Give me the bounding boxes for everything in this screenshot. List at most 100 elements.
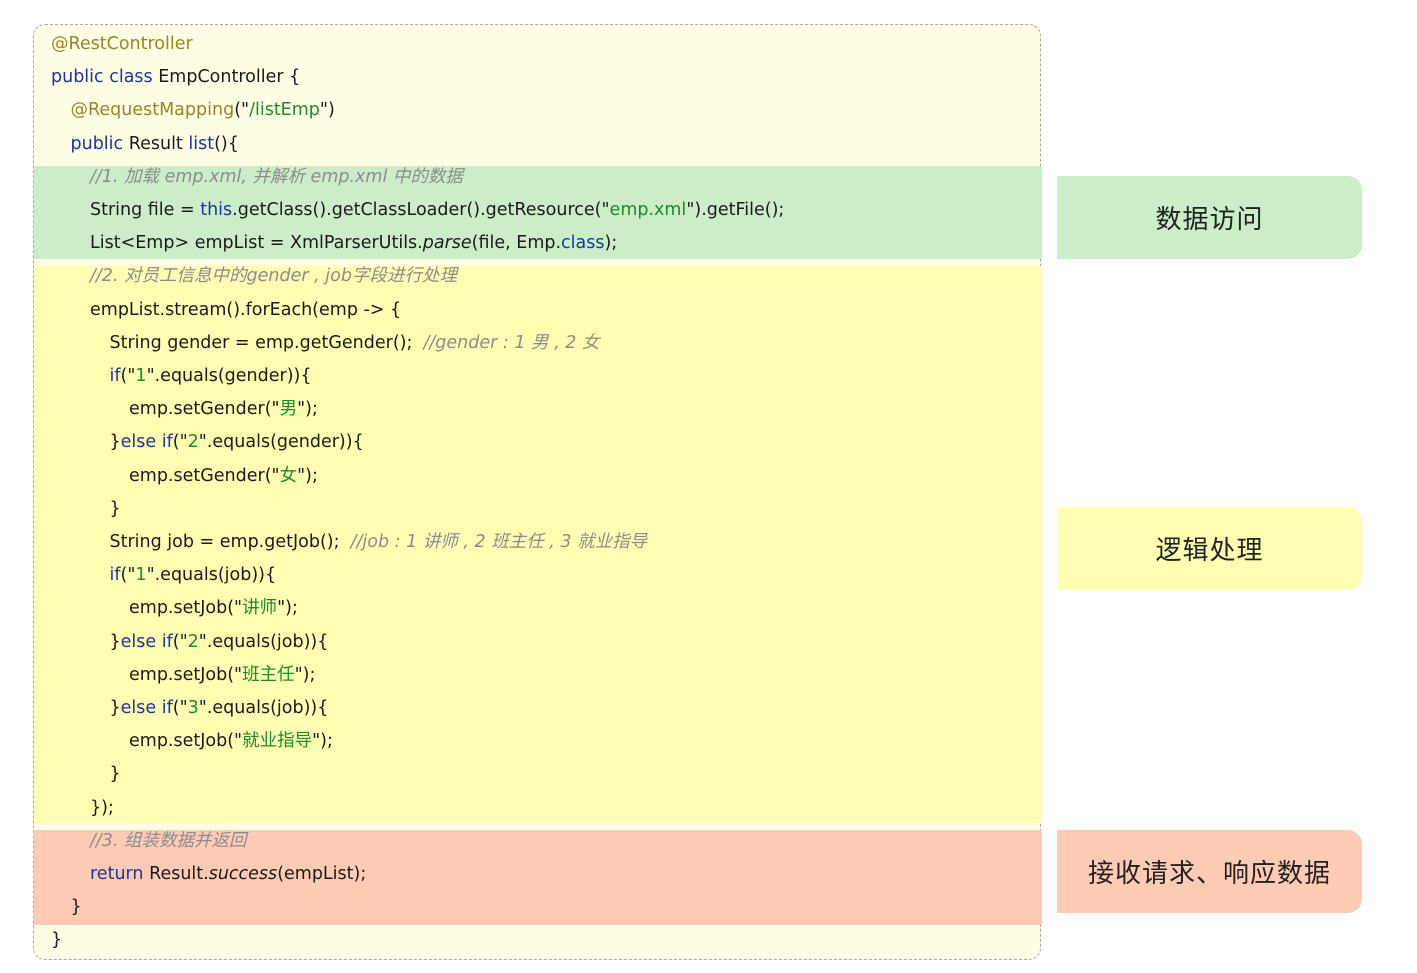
code-token: this — [200, 200, 233, 220]
code-token: else if — [120, 631, 173, 652]
code-token: .getClass().getClassLoader().getResource… — [232, 200, 610, 220]
code-token: "); — [312, 731, 333, 752]
code-line: emp.setJob("班主任"); — [129, 659, 315, 692]
logic-label: 逻辑处理 — [1057, 507, 1362, 590]
code-line: } — [110, 493, 121, 526]
code-line: } — [71, 891, 82, 924]
code-token: //3. 组装数据并返回 — [90, 830, 247, 851]
code-token: 2 — [187, 631, 199, 652]
code-line: @RequestMapping("/listEmp") — [71, 94, 335, 127]
code-line: } — [51, 924, 62, 957]
code-token: public class — [51, 67, 159, 88]
code-token: } — [109, 432, 121, 453]
code-line: //1. 加载 emp.xml, 并解析 emp.xml 中的数据 — [90, 161, 463, 194]
code-token: 男 — [279, 399, 298, 420]
code-token: emp.setJob(" — [129, 664, 243, 685]
code-token: }); — [90, 797, 114, 818]
code-line: List<Emp> empList = XmlParserUtils.parse… — [90, 227, 617, 260]
code-token: (" — [234, 100, 250, 121]
code-token: } — [70, 897, 82, 918]
code-token: ".equals(job)){ — [198, 631, 329, 652]
code-token: 就业指导 — [242, 731, 313, 752]
code-token: emp.setGender(" — [129, 399, 280, 420]
code-token: public — [70, 133, 129, 154]
code-line: String gender = emp.getGender(); //gende… — [110, 327, 600, 360]
code-line: emp.setJob("讲师"); — [129, 592, 298, 625]
code-token: emp.xml — [609, 200, 687, 220]
code-line: public class EmpController { — [51, 61, 300, 94]
code-token: //2. 对员工信息中的gender , job字段进行处理 — [90, 266, 457, 287]
code-token: //job : 1 讲师 , 2 班主任 , 3 就业指导 — [350, 532, 648, 552]
code-token: String gender = emp.getGender(); — [109, 332, 424, 353]
code-line: String file = this.getClass().getClassLo… — [90, 194, 784, 227]
code-token: } — [109, 631, 121, 652]
code-token: ".equals(job)){ — [146, 565, 277, 586]
code-token: return — [90, 864, 150, 884]
code-token: ".equals(gender)){ — [198, 432, 364, 453]
code-line: public Result list(){ — [71, 128, 239, 161]
code-token: 3 — [187, 698, 199, 718]
code-token: emp.setJob(" — [129, 731, 243, 752]
code-line: }); — [90, 792, 114, 825]
code-token: (" — [120, 565, 136, 586]
code-token: (" — [172, 432, 188, 453]
response-label: 接收请求、响应数据 — [1057, 830, 1362, 913]
code-token: EmpController { — [158, 67, 301, 88]
code-line: } — [110, 758, 121, 791]
code-token: List<Emp> empList = XmlParserUtils. — [90, 233, 423, 254]
code-token: "); — [297, 399, 318, 420]
code-token: Result — [128, 133, 189, 154]
code-line: //2. 对员工信息中的gender , job字段进行处理 — [90, 260, 457, 293]
code-token: ".equals(gender)){ — [146, 366, 312, 386]
code-token: success — [208, 864, 278, 884]
code-token: emp.setGender(" — [129, 465, 280, 486]
code-token: class — [561, 233, 605, 254]
data-access-label: 数据访问 — [1057, 176, 1362, 259]
code-token: (" — [172, 631, 188, 652]
code-token: 1 — [135, 565, 147, 586]
code-token: if — [109, 565, 121, 586]
code-token: } — [51, 930, 63, 951]
code-line: emp.setJob("就业指导"); — [129, 725, 333, 758]
code-token: 1 — [135, 366, 147, 386]
code-token: ") — [319, 100, 335, 121]
code-line: }else if("2".equals(gender)){ — [110, 426, 364, 459]
code-token: String file = — [90, 200, 201, 220]
code-token: ".equals(job)){ — [198, 698, 329, 718]
code-token: } — [109, 764, 121, 785]
code-token: 女 — [279, 465, 298, 486]
code-line: if("1".equals(gender)){ — [110, 360, 312, 393]
code-line: return Result.success(empList); — [90, 858, 366, 891]
code-token: @RequestMapping — [70, 100, 235, 121]
code-token: else if — [120, 698, 173, 718]
code-token: else if — [120, 432, 173, 453]
code-token: 班主任 — [242, 664, 295, 685]
code-token: emp.setJob(" — [129, 598, 243, 619]
code-token: (empList); — [277, 864, 367, 884]
code-token: 讲师 — [242, 598, 278, 619]
code-token: if — [109, 366, 121, 386]
code-token: //1. 加载 emp.xml, 并解析 emp.xml 中的数据 — [90, 166, 463, 187]
code-token: "); — [297, 465, 318, 486]
code-line: empList.stream().forEach(emp -> { — [90, 294, 401, 327]
code-token: (file, Emp. — [471, 233, 562, 254]
code-line: emp.setGender("女"); — [129, 460, 318, 493]
code-token: ); — [604, 233, 618, 254]
code-token: "); — [277, 598, 298, 619]
code-token: 2 — [187, 432, 199, 453]
code-token: String job = emp.getJob(); — [109, 532, 351, 552]
code-token: parse — [422, 233, 472, 254]
code-line: if("1".equals(job)){ — [110, 559, 277, 592]
code-token: ").getFile(); — [686, 200, 785, 220]
code-line: }else if("3".equals(job)){ — [110, 692, 329, 725]
code-token: empList.stream().forEach(emp -> { — [90, 299, 402, 320]
code-line: @RestController — [51, 28, 193, 61]
code-token: (" — [120, 366, 136, 386]
code-token: } — [109, 698, 121, 718]
code-token: /listEmp — [249, 100, 320, 121]
code-line: String job = emp.getJob(); //job : 1 讲师 … — [110, 526, 648, 559]
code-token: } — [109, 498, 121, 519]
code-token: (){ — [214, 133, 239, 154]
code-token: Result. — [149, 864, 209, 884]
code-line: emp.setGender("男"); — [129, 393, 318, 426]
